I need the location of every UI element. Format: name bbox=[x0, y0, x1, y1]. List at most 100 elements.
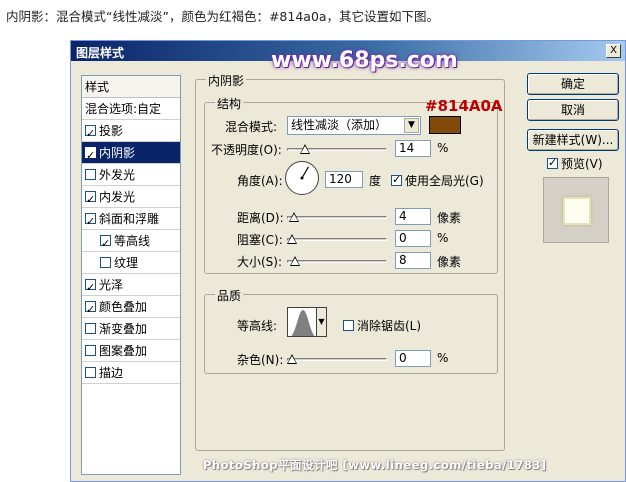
style-item[interactable]: 投影 bbox=[82, 120, 180, 145]
style-item-checkbox[interactable] bbox=[85, 323, 96, 334]
choke-label: 阻塞(C): bbox=[237, 233, 283, 247]
contour-curve-icon bbox=[291, 310, 315, 336]
style-item-checkbox[interactable] bbox=[85, 145, 96, 167]
style-item-checkbox[interactable] bbox=[85, 299, 96, 321]
top-caption: 内阴影：混合模式“线性减淡”，颜色为红褐色：#814a0a，其它设置如下图。 bbox=[6, 9, 440, 24]
chevron-down-icon: ▼ bbox=[404, 118, 419, 133]
inner-shadow-panel: 内阴影 结构 混合模式: 线性减淡（添加） ▼ #814A0A 不透明度(O):… bbox=[195, 71, 511, 481]
distance-slider-thumb[interactable] bbox=[288, 212, 299, 222]
style-item-label: 内阴影 bbox=[99, 146, 136, 160]
style-item-checkbox[interactable] bbox=[85, 189, 96, 211]
angle-dial[interactable] bbox=[285, 161, 319, 195]
style-item[interactable]: 纹理 bbox=[82, 252, 180, 274]
footer-credit: PhotoShop平面设计吧 [www.lineeg.com/tieba/178… bbox=[203, 458, 547, 472]
opacity-slider[interactable] bbox=[287, 144, 387, 156]
style-item-label: 斜面和浮雕 bbox=[99, 212, 160, 226]
style-item-checkbox[interactable] bbox=[100, 257, 111, 268]
size-input[interactable]: 8 bbox=[395, 252, 431, 269]
global-light-checkbox-box[interactable] bbox=[391, 173, 402, 186]
angle-label: 角度(A): bbox=[237, 174, 283, 188]
contour-preview[interactable] bbox=[287, 307, 317, 337]
new-style-button[interactable]: 新建样式(W)... bbox=[527, 129, 619, 151]
blend-mode-label: 混合模式: bbox=[225, 120, 278, 134]
style-item-label: 描边 bbox=[99, 366, 124, 380]
angle-unit: 度 bbox=[369, 174, 382, 188]
style-item-checkbox[interactable] bbox=[85, 211, 96, 233]
style-item[interactable]: 颜色叠加 bbox=[82, 296, 180, 321]
blend-mode-select[interactable]: 线性减淡（添加） ▼ bbox=[287, 116, 421, 135]
style-item[interactable]: 内阴影 bbox=[82, 142, 180, 167]
blend-options-item[interactable]: 混合选项:自定 bbox=[82, 98, 180, 120]
style-item-label: 图案叠加 bbox=[99, 344, 148, 358]
blend-mode-value: 线性减淡（添加） bbox=[291, 118, 388, 132]
inner-shadow-group: 内阴影 结构 混合模式: 线性减淡（添加） ▼ #814A0A 不透明度(O):… bbox=[195, 72, 505, 451]
noise-unit: % bbox=[437, 351, 449, 365]
style-item-label: 光泽 bbox=[99, 278, 124, 292]
style-item-checkbox[interactable] bbox=[85, 367, 96, 378]
noise-label: 杂色(N): bbox=[237, 353, 284, 367]
distance-label: 距离(D): bbox=[237, 211, 284, 225]
contour-label: 等高线: bbox=[237, 319, 278, 333]
style-item[interactable]: 图案叠加 bbox=[82, 340, 180, 362]
size-slider-thumb[interactable] bbox=[289, 256, 300, 266]
style-item[interactable]: 外发光 bbox=[82, 164, 180, 186]
style-item-checkbox[interactable] bbox=[85, 345, 96, 356]
style-item[interactable]: 光泽 bbox=[82, 274, 180, 299]
preview-checkbox-box[interactable] bbox=[547, 156, 558, 169]
style-item[interactable]: 内发光 bbox=[82, 186, 180, 211]
angle-dial-needle-icon bbox=[300, 166, 310, 180]
contour-dropdown-button[interactable]: ▼ bbox=[317, 307, 327, 337]
size-label: 大小(S): bbox=[237, 255, 283, 269]
color-hex-annotation: #814A0A bbox=[425, 97, 503, 115]
opacity-slider-thumb[interactable] bbox=[299, 144, 310, 154]
close-button[interactable]: X bbox=[606, 44, 621, 58]
style-item-label: 投影 bbox=[99, 124, 124, 138]
global-light-checkbox[interactable]: 使用全局光(G) bbox=[391, 172, 484, 189]
shadow-color-swatch[interactable] bbox=[429, 116, 461, 134]
size-unit: 像素 bbox=[437, 255, 462, 269]
style-item-checkbox[interactable] bbox=[85, 123, 96, 145]
styles-list: 样式 混合选项:自定 投影内阴影外发光内发光斜面和浮雕等高线纹理光泽颜色叠加渐变… bbox=[81, 75, 181, 475]
quality-group: 品质 等高线: ▼ 消除锯齿(L) 杂色(N): 0 % bbox=[204, 287, 498, 374]
size-slider[interactable] bbox=[287, 256, 387, 268]
style-item-checkbox[interactable] bbox=[85, 169, 96, 180]
choke-slider-thumb[interactable] bbox=[287, 234, 297, 244]
style-item[interactable]: 斜面和浮雕 bbox=[82, 208, 180, 233]
cancel-button[interactable]: 取消 bbox=[527, 99, 619, 121]
style-item-label: 外发光 bbox=[99, 168, 136, 182]
dialog-title: 图层样式 bbox=[76, 46, 125, 60]
style-item-checkbox[interactable] bbox=[100, 233, 111, 255]
style-item[interactable]: 等高线 bbox=[82, 230, 180, 255]
distance-slider[interactable] bbox=[287, 212, 387, 224]
style-item-label: 渐变叠加 bbox=[99, 322, 148, 336]
anti-alias-checkbox[interactable]: 消除锯齿(L) bbox=[343, 317, 421, 334]
anti-alias-checkbox-box[interactable] bbox=[343, 320, 354, 331]
style-item-label: 纹理 bbox=[114, 256, 139, 270]
styles-header[interactable]: 样式 bbox=[82, 76, 180, 98]
distance-input[interactable]: 4 bbox=[395, 208, 431, 225]
noise-input[interactable]: 0 bbox=[395, 350, 431, 367]
style-preview-thumbnail bbox=[543, 177, 609, 243]
layer-style-dialog: 图层样式 www.68ps.com X 样式 混合选项:自定 投影内阴影外发光内… bbox=[70, 40, 626, 482]
choke-input[interactable]: 0 bbox=[395, 230, 431, 247]
angle-input[interactable]: 120 bbox=[325, 171, 363, 188]
distance-unit: 像素 bbox=[437, 211, 462, 225]
preview-checkbox[interactable]: 预览(V) bbox=[547, 155, 603, 172]
noise-slider-thumb[interactable] bbox=[287, 354, 297, 364]
style-item[interactable]: 描边 bbox=[82, 362, 180, 384]
ok-button[interactable]: 确定 bbox=[527, 73, 619, 95]
title-bar[interactable]: 图层样式 www.68ps.com X bbox=[71, 41, 625, 73]
style-item-label: 颜色叠加 bbox=[99, 300, 148, 314]
choke-unit: % bbox=[437, 231, 449, 245]
style-item-label: 等高线 bbox=[114, 234, 151, 248]
style-item-label: 内发光 bbox=[99, 190, 136, 204]
watermark: www.68ps.com bbox=[271, 48, 458, 73]
choke-slider[interactable] bbox=[287, 234, 387, 246]
style-item[interactable]: 渐变叠加 bbox=[82, 318, 180, 340]
anti-alias-label: 消除锯齿(L) bbox=[357, 319, 422, 333]
inner-shadow-title: 内阴影 bbox=[206, 72, 247, 89]
opacity-input[interactable]: 14 bbox=[395, 140, 431, 157]
noise-slider[interactable] bbox=[287, 354, 387, 366]
style-item-checkbox[interactable] bbox=[85, 277, 96, 299]
global-light-label: 使用全局光(G) bbox=[405, 174, 484, 188]
